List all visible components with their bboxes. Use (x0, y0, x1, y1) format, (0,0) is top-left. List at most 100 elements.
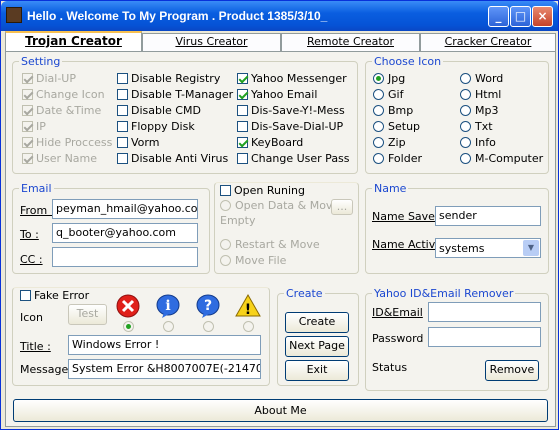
icon-radio-setup[interactable]: Setup (373, 119, 420, 134)
warning-icon[interactable]: ! (235, 293, 261, 319)
tab-remote-creator[interactable]: Remote Creator (281, 33, 420, 51)
question-icon[interactable]: ? (195, 293, 221, 319)
icon-radio-m-computer[interactable]: M-Computer (460, 151, 543, 166)
tab-cracker-creator[interactable]: Cracker Creator (420, 33, 556, 51)
info-icon[interactable]: i (155, 293, 181, 319)
setting-col3-checkbox-1[interactable]: Yahoo Email (237, 87, 317, 102)
setting-col2-checkbox-2[interactable]: Disable CMD (117, 103, 201, 118)
open-data-move-radio[interactable]: Open Data & Move (220, 198, 339, 213)
setting-col3-checkbox-0[interactable]: Yahoo Messenger (237, 71, 347, 86)
setting-col2-checkbox-1-label: Disable T-Manager (131, 88, 234, 101)
svg-text:!: ! (245, 302, 251, 318)
browse-button[interactable]: ... (331, 199, 353, 215)
error-icon[interactable] (115, 293, 141, 319)
cc-field[interactable] (52, 247, 198, 267)
maximize-button[interactable]: □ (510, 6, 531, 27)
setting-col1-checkbox-5[interactable]: User Name (22, 151, 97, 166)
setting-col1-checkbox-0-label: Dial-UP (36, 72, 76, 85)
name-legend: Name (374, 182, 407, 195)
title-field[interactable]: Windows Error ! (68, 335, 261, 355)
svg-text:?: ? (204, 298, 212, 314)
move-file-label: Move File (235, 254, 287, 267)
warning-icon-radio[interactable] (243, 319, 258, 334)
setting-col3-checkbox-5[interactable]: Change User Pass (237, 151, 350, 166)
icon-radio-jpg-label: Jpg (388, 72, 406, 85)
setting-col1-checkbox-0[interactable]: Dial-UP (22, 71, 76, 86)
icon-radio-jpg[interactable]: Jpg (373, 71, 405, 86)
setting-col3-checkbox-1-label: Yahoo Email (251, 88, 318, 101)
setting-col2-checkbox-1[interactable]: Disable T-Manager (117, 87, 233, 102)
icon-radio-zip-label: Zip (388, 136, 406, 149)
next-page-button[interactable]: Next Page (285, 336, 349, 357)
from-label: From : (20, 204, 55, 217)
to-field[interactable]: q_booter@yahoo.com (52, 223, 198, 243)
setting-col3-checkbox-3-label: Dis-Save-Dial-UP (251, 120, 344, 133)
icon-radio-mp3[interactable]: Mp3 (460, 103, 498, 118)
icon-radio-word-label: Word (475, 72, 504, 85)
setting-col1-checkbox-2-label: Date &Time (36, 104, 102, 117)
name-active-select[interactable]: systems ▼ (435, 238, 541, 258)
password-field[interactable] (428, 327, 541, 347)
setting-col2-checkbox-5[interactable]: Disable Anti Virus (117, 151, 228, 166)
remove-button[interactable]: Remove (485, 360, 539, 381)
choose-icon-legend: Choose Icon (374, 55, 442, 68)
title-bar[interactable]: Hello . Welcome To My Program . Product … (1, 1, 558, 31)
fake-error-checkbox[interactable]: Fake Error (20, 288, 89, 303)
message-field[interactable]: System Error &H8007007E(-2147024770 (68, 359, 261, 379)
from-field[interactable]: peyman_hmail@yahoo.com (52, 199, 198, 219)
setting-col2-checkbox-5-label: Disable Anti Virus (131, 152, 229, 165)
setting-col2-checkbox-0[interactable]: Disable Registry (117, 71, 220, 86)
setting-col2-checkbox-3[interactable]: Floppy Disk (117, 119, 195, 134)
setting-col1-checkbox-1[interactable]: Change Icon (22, 87, 105, 102)
setting-col1-checkbox-4-label: Hide Proccess (36, 136, 113, 149)
icon-radio-folder-label: Folder (388, 152, 422, 165)
question-icon-radio[interactable] (203, 319, 218, 334)
name-save-label: Name Save (372, 210, 435, 223)
setting-col3-checkbox-4[interactable]: KeyBoard (237, 135, 303, 150)
icon-radio-bmp[interactable]: Bmp (373, 103, 413, 118)
title-label: Title : (20, 340, 51, 353)
icon-radio-html[interactable]: Html (460, 87, 501, 102)
setting-col3-checkbox-0-label: Yahoo Messenger (251, 72, 347, 85)
setting-col2-checkbox-4[interactable]: Vorm (117, 135, 159, 150)
name-group: Name (365, 182, 549, 274)
icon-radio-gif[interactable]: Gif (373, 87, 403, 102)
icon-radio-txt[interactable]: Txt (460, 119, 493, 134)
icon-radio-word[interactable]: Word (460, 71, 503, 86)
id-email-field[interactable] (428, 302, 541, 322)
setting-col1-checkbox-4[interactable]: Hide Proccess (22, 135, 112, 150)
move-file-radio[interactable]: Move File (220, 253, 286, 268)
open-running-checkbox[interactable]: Open Runing (220, 183, 305, 198)
setting-col1-checkbox-3[interactable]: IP (22, 119, 46, 134)
window-title: Hello . Welcome To My Program . Product … (27, 9, 328, 23)
id-email-label: ID&Email (372, 306, 423, 319)
about-me-button[interactable]: About Me (13, 399, 548, 422)
icon-radio-gif-label: Gif (388, 88, 404, 101)
setting-col3-checkbox-3[interactable]: Dis-Save-Dial-UP (237, 119, 343, 134)
restart-move-radio[interactable]: Restart & Move (220, 237, 320, 252)
icon-radio-zip[interactable]: Zip (373, 135, 406, 150)
info-icon-radio[interactable] (163, 319, 178, 334)
icon-label: Icon (20, 311, 43, 324)
icon-radio-info-label: Info (475, 136, 496, 149)
error-icon-radio[interactable] (123, 319, 138, 334)
setting-col3-checkbox-2[interactable]: Dis-Save-Y!-Mess (237, 103, 345, 118)
cc-label: CC : (20, 253, 43, 266)
icon-radio-folder[interactable]: Folder (373, 151, 422, 166)
icon-radio-info[interactable]: Info (460, 135, 496, 150)
name-save-field[interactable]: sender (435, 206, 541, 226)
tab-trojan-creator[interactable]: Trojan Creator (5, 31, 142, 52)
status-label: Status (372, 361, 408, 374)
chevron-down-icon[interactable]: ▼ (523, 240, 539, 256)
name-active-label: Name Active (372, 238, 442, 251)
icon-radio-m-computer-label: M-Computer (475, 152, 544, 165)
exit-button[interactable]: Exit (285, 360, 349, 381)
fake-error-label: Fake Error (34, 289, 90, 302)
test-button[interactable]: Test (68, 304, 107, 325)
close-button[interactable]: × (532, 6, 553, 27)
minimize-button[interactable]: _ (488, 6, 509, 27)
setting-col1-checkbox-2[interactable]: Date &Time (22, 103, 101, 118)
create-button[interactable]: Create (285, 312, 349, 333)
open-running-label: Open Runing (234, 184, 305, 197)
tab-virus-creator[interactable]: Virus Creator (142, 33, 281, 51)
